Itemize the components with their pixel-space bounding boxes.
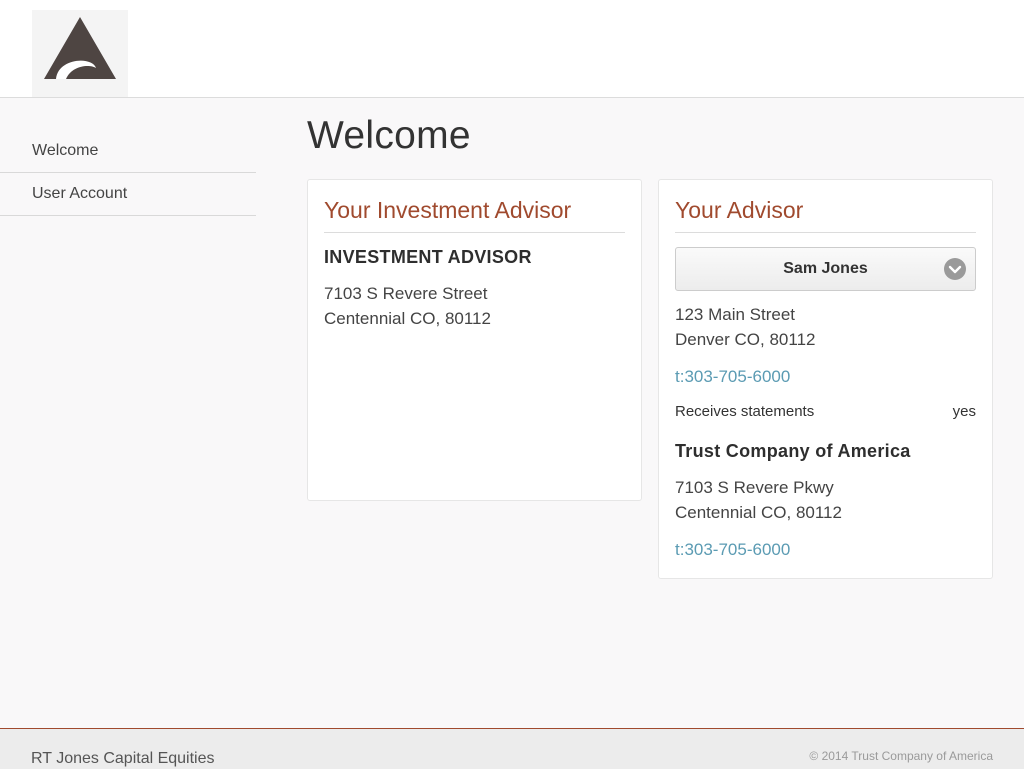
investment-advisor-address-line1: 7103 S Revere Street (324, 284, 488, 303)
investment-advisor-address-line2: Centennial CO, 80112 (324, 309, 491, 328)
investment-advisor-name: INVESTMENT ADVISOR (324, 247, 532, 267)
footer-copyright: © 2014 Trust Company of America (809, 749, 993, 763)
company-name: Trust Company of America (675, 441, 911, 461)
logo-icon (44, 17, 116, 79)
advisor-card: Your Advisor Sam Jones 123 Main Street D… (658, 179, 993, 579)
logo[interactable] (32, 10, 128, 97)
statements-value: yes (952, 403, 976, 420)
advisor-address-line1: 123 Main Street (675, 305, 796, 324)
sidebar-item-welcome[interactable]: Welcome (0, 130, 256, 173)
advisor-select-value: Sam Jones (783, 260, 868, 277)
sidebar-item-user-account[interactable]: User Account (0, 173, 256, 216)
sidebar-nav: Welcome User Account (0, 130, 256, 216)
header (0, 0, 1024, 98)
statements-label: Receives statements (675, 403, 815, 420)
company-phone-link[interactable]: t:303-705-6000 (675, 540, 790, 560)
advisor-select[interactable]: Sam Jones (675, 247, 976, 291)
footer: RT Jones Capital Equities © 2014 Trust C… (0, 728, 1024, 769)
company-address-line2: Centennial CO, 80112 (675, 503, 842, 522)
footer-company-name: RT Jones Capital Equities (31, 750, 215, 767)
advisor-phone-link[interactable]: t:303-705-6000 (675, 367, 790, 387)
investment-advisor-card-title: Your Investment Advisor (324, 197, 625, 233)
page-title: Welcome (307, 114, 471, 157)
investment-advisor-card: Your Investment Advisor INVESTMENT ADVIS… (307, 179, 642, 501)
chevron-down-icon (944, 258, 966, 280)
company-address-line1: 7103 S Revere Pkwy (675, 478, 834, 497)
advisor-card-title: Your Advisor (675, 197, 976, 233)
advisor-address-line2: Denver CO, 80112 (675, 330, 816, 349)
